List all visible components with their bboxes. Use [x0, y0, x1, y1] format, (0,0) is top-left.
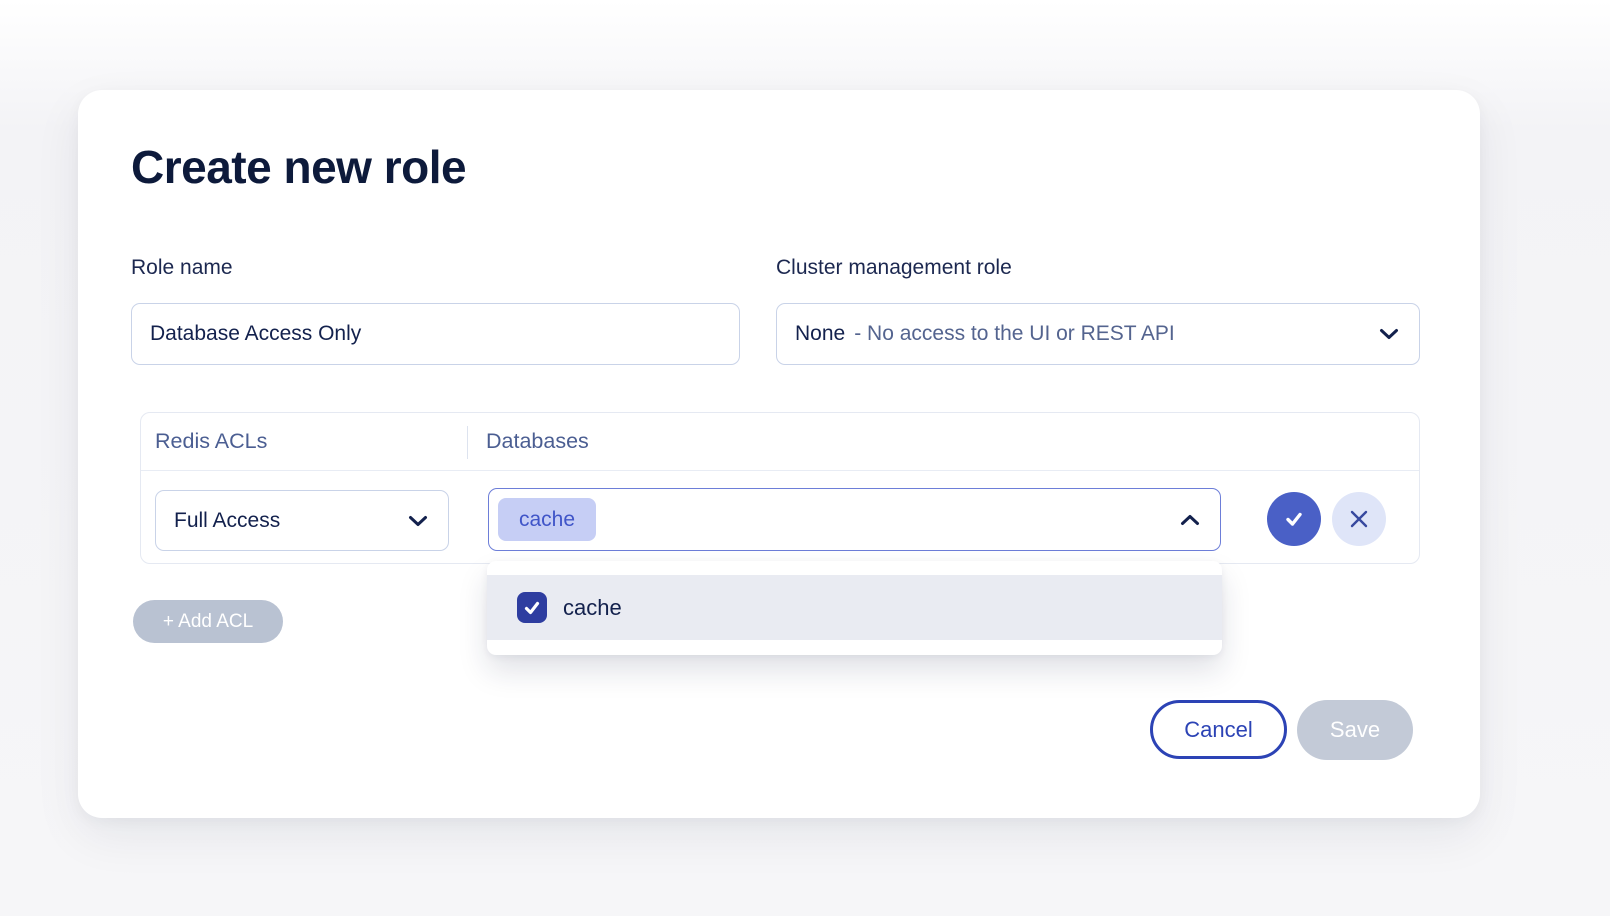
cluster-role-value: None	[795, 322, 845, 346]
role-name-input[interactable]	[131, 303, 740, 365]
database-tag[interactable]: cache	[498, 498, 596, 541]
save-button[interactable]: Save	[1297, 700, 1413, 760]
check-icon	[1282, 507, 1306, 531]
acl-table: Redis ACLs Databases Full Access cache	[140, 412, 1420, 564]
databases-multiselect-input[interactable]: cache	[488, 488, 1221, 551]
databases-dropdown: cache	[487, 561, 1222, 655]
create-role-modal: Create new role Role name Cluster manage…	[78, 90, 1480, 818]
add-acl-button[interactable]: + Add ACL	[133, 600, 283, 643]
acl-table-header: Redis ACLs Databases	[141, 413, 1419, 471]
cluster-role-description: - No access to the UI or REST API	[854, 322, 1175, 346]
page-title: Create new role	[131, 140, 466, 194]
database-checkbox[interactable]	[517, 592, 547, 623]
database-option-label: cache	[563, 595, 622, 621]
close-icon	[1347, 507, 1371, 531]
check-icon	[522, 598, 542, 618]
database-option-cache[interactable]: cache	[487, 575, 1222, 640]
acl-select-value: Full Access	[174, 509, 280, 533]
acl-select[interactable]: Full Access	[155, 490, 449, 551]
chevron-down-icon	[1379, 328, 1399, 340]
chevron-up-icon[interactable]	[1180, 514, 1200, 526]
chevron-down-icon	[408, 515, 428, 527]
cluster-role-select[interactable]: None - No access to the UI or REST API	[776, 303, 1420, 365]
cancel-button[interactable]: Cancel	[1150, 700, 1287, 759]
remove-acl-button[interactable]	[1332, 492, 1386, 546]
confirm-acl-button[interactable]	[1267, 492, 1321, 546]
role-name-label: Role name	[131, 256, 233, 280]
header-divider	[467, 426, 468, 459]
cluster-role-label: Cluster management role	[776, 256, 1012, 280]
databases-column-header: Databases	[486, 429, 589, 454]
acls-column-header: Redis ACLs	[155, 429, 267, 454]
